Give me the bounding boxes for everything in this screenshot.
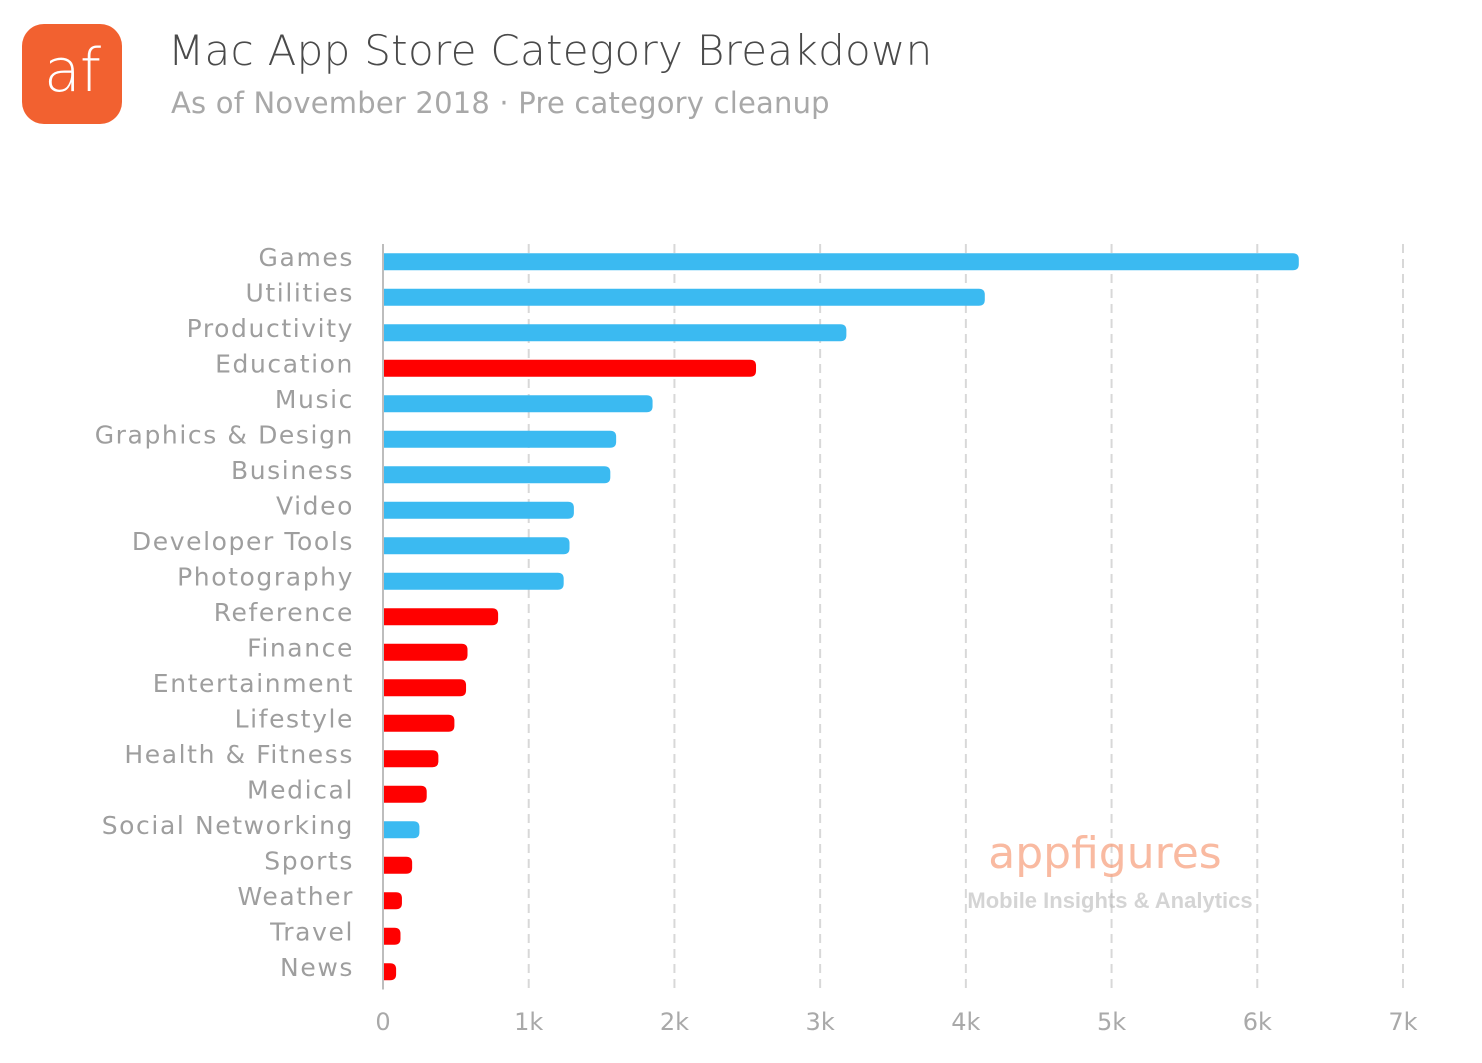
category-label: Music <box>275 385 354 414</box>
category-label: Video <box>276 491 354 520</box>
x-tick-label: 0 <box>375 1008 390 1036</box>
x-tick-label: 5k <box>1097 1008 1126 1036</box>
category-label: Productivity <box>187 314 354 343</box>
category-labels: Games Utilities Productivity Education Music… <box>95 243 355 982</box>
bar-chart: appfigures Mobile Insights & Analytics G… <box>95 243 1418 1036</box>
bar-health-fitness <box>383 750 439 768</box>
category-label: Social Networking <box>102 811 354 840</box>
bar-business <box>383 466 611 484</box>
x-tick-label: 1k <box>514 1008 543 1036</box>
bar-finance <box>383 643 468 661</box>
bar-news <box>383 963 397 981</box>
bar-reference <box>383 608 499 626</box>
watermark: appfigures Mobile Insights & Analytics <box>967 828 1252 913</box>
category-label: Sports <box>264 846 354 875</box>
bar-productivity <box>383 324 847 342</box>
bar-sports <box>383 856 413 874</box>
category-label: News <box>280 953 354 982</box>
watermark-tagline: Mobile Insights & Analytics <box>967 888 1252 913</box>
bar-entertainment <box>383 679 467 697</box>
category-label: Photography <box>177 562 354 591</box>
bar-utilities <box>383 288 985 306</box>
bar-travel <box>383 927 401 945</box>
x-tick-label: 6k <box>1243 1008 1272 1036</box>
category-label: Utilities <box>246 278 355 307</box>
x-axis-ticks: 0 1k 2k 3k 4k 5k 6k 7k <box>375 1008 1417 1036</box>
x-tick-label: 3k <box>806 1008 835 1036</box>
category-label: Medical <box>247 775 354 804</box>
x-tick-label: 2k <box>660 1008 689 1036</box>
bar-education <box>383 359 757 377</box>
bar-social-networking <box>383 821 420 839</box>
bar-medical <box>383 785 427 803</box>
category-label: Graphics & Design <box>95 420 354 449</box>
category-label: Reference <box>214 598 354 627</box>
category-label: Lifestyle <box>235 704 354 733</box>
bar-lifestyle <box>383 714 455 732</box>
watermark-brand: appfigures <box>988 828 1221 879</box>
bar-photography <box>383 572 564 590</box>
category-label: Finance <box>247 633 354 662</box>
bar-weather <box>383 892 402 910</box>
bar-graphics-design <box>383 430 617 448</box>
category-label: Games <box>259 243 354 272</box>
gridlines <box>527 244 1404 990</box>
category-label: Business <box>231 456 354 485</box>
bar-video <box>383 501 574 519</box>
bar-music <box>383 395 653 413</box>
category-label: Education <box>215 349 354 378</box>
category-label: Developer Tools <box>132 527 354 556</box>
bar-developer-tools <box>383 537 570 555</box>
x-tick-label: 4k <box>951 1008 980 1036</box>
category-label: Weather <box>238 882 354 911</box>
category-label: Health & Fitness <box>124 740 354 769</box>
x-tick-label: 7k <box>1388 1008 1417 1036</box>
category-label: Travel <box>269 917 354 946</box>
bar-games <box>383 253 1299 271</box>
category-label: Entertainment <box>153 669 354 698</box>
